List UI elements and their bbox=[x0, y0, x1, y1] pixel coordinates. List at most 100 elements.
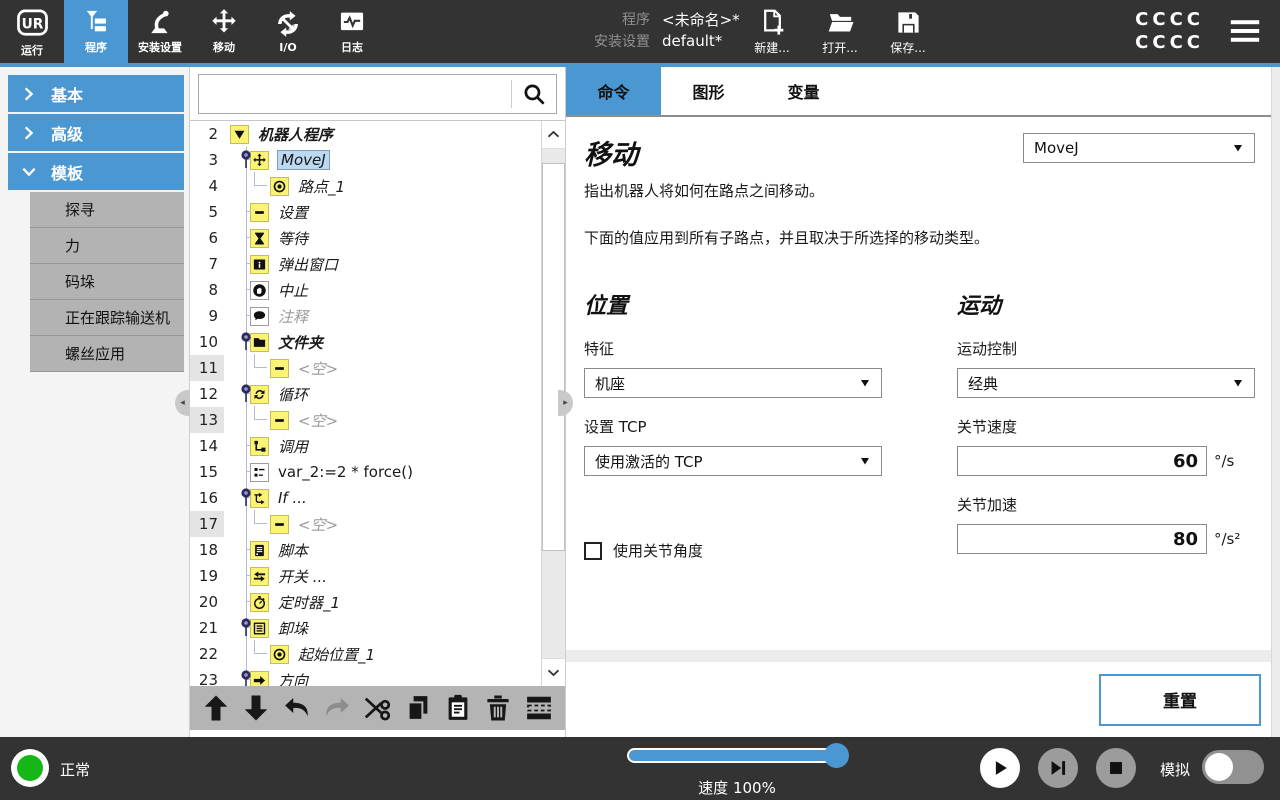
search-button[interactable] bbox=[512, 75, 556, 113]
speed-slider-thumb[interactable] bbox=[824, 743, 849, 768]
scroll-up-button[interactable] bbox=[542, 121, 565, 149]
tree-row-14[interactable]: 14调用 bbox=[190, 433, 541, 459]
nav-tab-label: 程序 bbox=[85, 39, 107, 55]
joint-accel-input[interactable]: 80 bbox=[957, 524, 1207, 554]
copy-button[interactable] bbox=[403, 693, 433, 723]
nav-tab-run[interactable]: 运行 bbox=[0, 0, 64, 63]
tree-row-17[interactable]: 17<空> bbox=[190, 511, 541, 537]
simulation-toggle[interactable] bbox=[1202, 750, 1264, 784]
nav-tab-label: 日志 bbox=[341, 39, 363, 55]
feature-dropdown[interactable]: 机座 bbox=[584, 368, 882, 398]
sidebar-section-advanced[interactable]: 高级 bbox=[8, 114, 184, 151]
step-button[interactable] bbox=[1038, 748, 1078, 788]
joint-angles-checkbox[interactable] bbox=[584, 542, 602, 560]
assign-node-icon bbox=[252, 465, 267, 480]
save-file-button[interactable]: 保存... bbox=[878, 6, 938, 56]
tree-row-number: 21 bbox=[190, 615, 224, 641]
tree-node-label: 起始位置_1 bbox=[298, 644, 375, 665]
speed-slider[interactable] bbox=[627, 748, 847, 763]
command-sidebar: 基本高级模板探寻力码垛正在跟踪输送机螺丝应用 bbox=[0, 67, 190, 737]
tree-row-18[interactable]: 18脚本 bbox=[190, 537, 541, 563]
tree-row-12[interactable]: 12循环 bbox=[190, 381, 541, 407]
step-icon bbox=[1047, 757, 1069, 779]
move-up-button[interactable] bbox=[201, 693, 231, 723]
redo-button[interactable] bbox=[322, 693, 352, 723]
nav-tab-installation[interactable]: 安装设置 bbox=[128, 0, 192, 63]
chevron-up-icon bbox=[546, 127, 561, 142]
nav-tab-move[interactable]: 移动 bbox=[192, 0, 256, 63]
nav-tab-log[interactable]: 日志 bbox=[320, 0, 384, 63]
tree-row-number: 13 bbox=[190, 407, 224, 433]
program-tree: 2机器人程序3MoveJ4路点_15设置6等待7弹出窗口8中止9注释10文件夹1… bbox=[190, 121, 541, 686]
command-tabs: 命令图形变量 bbox=[566, 67, 1271, 117]
tab-variables[interactable]: 变量 bbox=[756, 67, 851, 115]
sidebar-item-seek[interactable]: 探寻 bbox=[30, 192, 184, 228]
sidebar-item-conveyor-tracking[interactable]: 正在跟踪输送机 bbox=[30, 300, 184, 336]
nav-tab-label: 安装设置 bbox=[138, 39, 182, 55]
tab-graphics[interactable]: 图形 bbox=[661, 67, 756, 115]
delete-button[interactable] bbox=[483, 693, 513, 723]
nav-tab-io[interactable]: I/O bbox=[256, 0, 320, 63]
motion-control-dropdown[interactable]: 经典 bbox=[957, 368, 1255, 398]
top-bar: 运行程序安装设置移动I/O日志 程序 <未命名>* 安装设置 default* … bbox=[0, 0, 1280, 63]
tree-row-6[interactable]: 6 等待 bbox=[190, 225, 541, 251]
tree-row-21[interactable]: 21卸垛 bbox=[190, 615, 541, 641]
if-node-icon bbox=[252, 491, 267, 506]
move-down-button[interactable] bbox=[241, 693, 271, 723]
tab-command[interactable]: 命令 bbox=[566, 67, 661, 115]
tcp-dropdown[interactable]: 使用激活的 TCP bbox=[584, 446, 882, 476]
new-file-button[interactable]: 新建... bbox=[742, 6, 802, 56]
play-button[interactable] bbox=[980, 748, 1020, 788]
tree-row-10[interactable]: 10文件夹 bbox=[190, 329, 541, 355]
tree-row-13[interactable]: 13<空> bbox=[190, 407, 541, 433]
sidebar-item-force[interactable]: 力 bbox=[30, 228, 184, 264]
tree-row-15[interactable]: 15var_2:=2 * force() bbox=[190, 459, 541, 485]
breakpoint-pin bbox=[239, 383, 253, 403]
scrollbar-thumb[interactable] bbox=[542, 163, 565, 551]
tree-row-5[interactable]: 5设置 bbox=[190, 199, 541, 225]
scroll-down-button[interactable] bbox=[542, 658, 565, 686]
sidebar-item-screwdriving[interactable]: 螺丝应用 bbox=[30, 336, 184, 372]
stop-icon bbox=[1105, 757, 1127, 779]
open-file-button[interactable]: 打开... bbox=[810, 6, 870, 56]
sidebar-section-basic[interactable]: 基本 bbox=[8, 75, 184, 112]
joint-speed-input[interactable]: 60 bbox=[957, 446, 1207, 476]
tree-node-label: 等待 bbox=[278, 228, 308, 249]
menu-button[interactable] bbox=[1226, 14, 1264, 48]
sidebar-section-templates[interactable]: 模板 bbox=[8, 153, 184, 190]
joint-speed-label: 关节速度 bbox=[957, 416, 1255, 437]
tree-node-icon-box bbox=[250, 255, 269, 274]
cut-button[interactable] bbox=[362, 693, 392, 723]
paste-button[interactable] bbox=[443, 693, 473, 723]
tree-row-8[interactable]: 8中止 bbox=[190, 277, 541, 303]
joint-angles-checkbox-row[interactable]: 使用关节角度 bbox=[584, 540, 882, 561]
tree-row-7[interactable]: 7弹出窗口 bbox=[190, 251, 541, 277]
sidebar-item-palletizing[interactable]: 码垛 bbox=[30, 264, 184, 300]
tree-row-23[interactable]: 23方向 bbox=[190, 667, 541, 686]
tree-row-9[interactable]: 9注释 bbox=[190, 303, 541, 329]
program-tree-panel: 2机器人程序3MoveJ4路点_15设置6等待7弹出窗口8中止9注释10文件夹1… bbox=[190, 67, 565, 737]
tree-tick-connector bbox=[246, 601, 251, 602]
tree-row-3[interactable]: 3MoveJ bbox=[190, 147, 541, 173]
undo-button[interactable] bbox=[282, 693, 312, 723]
tree-row-number: 14 bbox=[190, 433, 224, 459]
robot-status-light[interactable] bbox=[11, 749, 49, 787]
tree-row-4[interactable]: 4路点_1 bbox=[190, 173, 541, 199]
tree-row-11[interactable]: 11<空> bbox=[190, 355, 541, 381]
search-input[interactable] bbox=[199, 75, 511, 113]
move-type-dropdown[interactable]: MoveJ bbox=[1023, 133, 1255, 163]
reset-button[interactable]: 重置 bbox=[1099, 674, 1261, 726]
suppress-button[interactable] bbox=[524, 693, 554, 723]
tree-row-2[interactable]: 2机器人程序 bbox=[190, 121, 541, 147]
tree-row-16[interactable]: 16If ... bbox=[190, 485, 541, 511]
tree-row-22[interactable]: 22起始位置_1 bbox=[190, 641, 541, 667]
tree-row-19[interactable]: 19开关 ... bbox=[190, 563, 541, 589]
move-up-icon bbox=[201, 693, 231, 723]
nav-tab-program[interactable]: 程序 bbox=[64, 0, 128, 63]
command-body: 移动 MoveJ 指出机器人将如何在路点之间移动。 下面的值应用到所有子路点，并… bbox=[566, 119, 1271, 650]
stop-button[interactable] bbox=[1096, 748, 1136, 788]
tree-row-20[interactable]: 20定时器_1 bbox=[190, 589, 541, 615]
tree-row-number: 6 bbox=[190, 225, 224, 251]
tree-row-number: 5 bbox=[190, 199, 224, 225]
tree-elbow-connector bbox=[254, 640, 267, 654]
